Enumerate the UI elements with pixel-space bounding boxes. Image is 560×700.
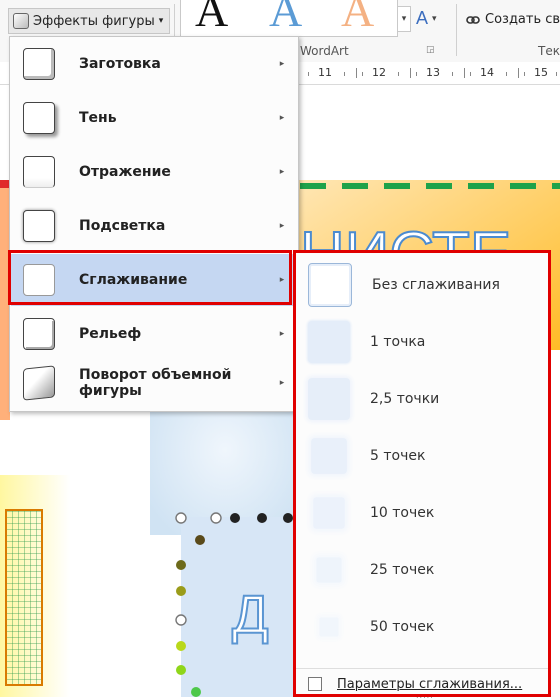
soft-edge-option-2-5pt[interactable]: 2,5 точки — [296, 370, 548, 427]
ruler-label: 11 — [318, 66, 332, 79]
gallery-scroll-button[interactable]: ▾ — [397, 6, 411, 32]
chevron-down-icon: ▾ — [158, 16, 164, 26]
soft-edge-option-none[interactable]: Без сглаживания — [296, 256, 548, 313]
soft-edge-option-label: 50 точек — [370, 618, 435, 635]
soft-edge-preview-icon — [319, 617, 339, 636]
soft-edge-preview-icon — [308, 262, 352, 307]
chevron-right-icon: ▸ — [279, 221, 285, 231]
create-link-label: Создать св — [485, 12, 560, 27]
menu-item-label: Тень — [79, 110, 117, 126]
wordart-style-gallery[interactable]: A A A — [180, 0, 398, 37]
soft-edge-option-10pt[interactable]: 10 точек — [296, 484, 548, 541]
chevron-right-icon: ▸ — [279, 113, 285, 123]
soft-edge-option-label: 25 точек — [370, 561, 435, 578]
soft-edge-option-label: 2,5 точки — [370, 390, 440, 407]
link-icon — [466, 15, 480, 24]
soft-edge-option-50pt[interactable]: 50 точек — [296, 598, 548, 655]
menu-item-glow[interactable]: Подсветка ▸ — [11, 200, 297, 252]
soft-edge-option-25pt[interactable]: 25 точек — [296, 541, 548, 598]
menu-item-label: Рельеф — [79, 326, 142, 342]
soft-edge-options-icon — [308, 677, 322, 691]
menu-item-label: Подсветка — [79, 218, 166, 234]
soft-edge-option-label: 1 точка — [370, 333, 426, 350]
soft-edge-option-label: Без сглаживания — [372, 276, 500, 293]
wordart-sample-black[interactable]: A — [195, 0, 228, 34]
shape-effects-label: Эффекты фигуры — [33, 13, 155, 29]
ruler-label: 13 — [426, 66, 440, 79]
wordart-sample-blue[interactable]: A — [269, 0, 302, 34]
soft-edge-options-label: Параметры сглаживания... — [337, 676, 523, 692]
soft-edge-option-label: 10 точек — [370, 504, 435, 521]
group-label-wordart: WordArt — [300, 44, 349, 58]
chevron-down-icon[interactable]: ▾ — [432, 14, 437, 24]
menu-item-label: Поворот объемной фигуры — [79, 367, 232, 399]
ribbon-separator — [456, 4, 457, 56]
soft-edge-preview-icon — [308, 377, 350, 420]
soft-edge-preview-icon — [311, 437, 347, 474]
soft-edge-preview-icon — [308, 320, 350, 363]
preset-thumbnail-icon — [23, 48, 55, 80]
ruler-label: 14 — [480, 66, 494, 79]
group-label-text: Тек — [538, 44, 560, 58]
ruler-label: 12 — [372, 66, 386, 79]
resize-grip-icon[interactable]: ..... — [416, 691, 434, 700]
shadow-thumbnail-icon — [23, 102, 55, 134]
soft-edge-option-5pt[interactable]: 5 точек — [296, 427, 548, 484]
soft-edge-option-label: 5 точек — [370, 447, 426, 464]
soft-edges-submenu: Без сглаживания 1 точка 2,5 точки 5 точе… — [293, 250, 551, 700]
wordart-sample-orange[interactable]: A — [341, 0, 374, 34]
text-fill-icon[interactable]: A — [416, 8, 428, 29]
shape-effects-icon — [13, 13, 29, 29]
soft-edge-option-1pt[interactable]: 1 точка — [296, 313, 548, 370]
soft-edge-preview-icon — [316, 556, 342, 583]
glow-thumbnail-icon — [23, 210, 55, 242]
shape-effects-menu: Заготовка ▸ Тень ▸ Отражение ▸ Подсветка… — [9, 36, 299, 412]
svg-text:Д: Д — [232, 585, 269, 645]
menu-item-label: Заготовка — [79, 56, 161, 72]
menu-item-preset[interactable]: Заготовка ▸ — [11, 38, 297, 90]
menu-item-reflection[interactable]: Отражение ▸ — [11, 146, 297, 198]
soft-edge-preview-icon — [313, 496, 345, 529]
chevron-right-icon: ▸ — [279, 378, 285, 388]
menu-item-3d-rotation[interactable]: Поворот объемной фигуры ▸ — [11, 357, 297, 409]
menu-item-label: Отражение — [79, 164, 171, 180]
menu-item-bevel[interactable]: Рельеф ▸ — [11, 308, 297, 360]
3d-rotation-thumbnail-icon — [23, 365, 55, 401]
chevron-right-icon: ▸ — [279, 59, 285, 69]
bevel-thumbnail-icon — [23, 318, 55, 350]
create-link-button[interactable]: Создать св — [466, 12, 560, 27]
reflection-thumbnail-icon — [23, 156, 55, 188]
chevron-right-icon: ▸ — [279, 329, 285, 339]
chevron-right-icon: ▸ — [279, 167, 285, 177]
highlight-box — [8, 250, 292, 305]
shape-effects-button[interactable]: Эффекты фигуры ▾ — [8, 8, 171, 34]
dialog-launcher-icon[interactable]: ◲ — [426, 45, 435, 55]
menu-item-shadow[interactable]: Тень ▸ — [11, 92, 297, 144]
ruler-label: 15 — [534, 66, 548, 79]
